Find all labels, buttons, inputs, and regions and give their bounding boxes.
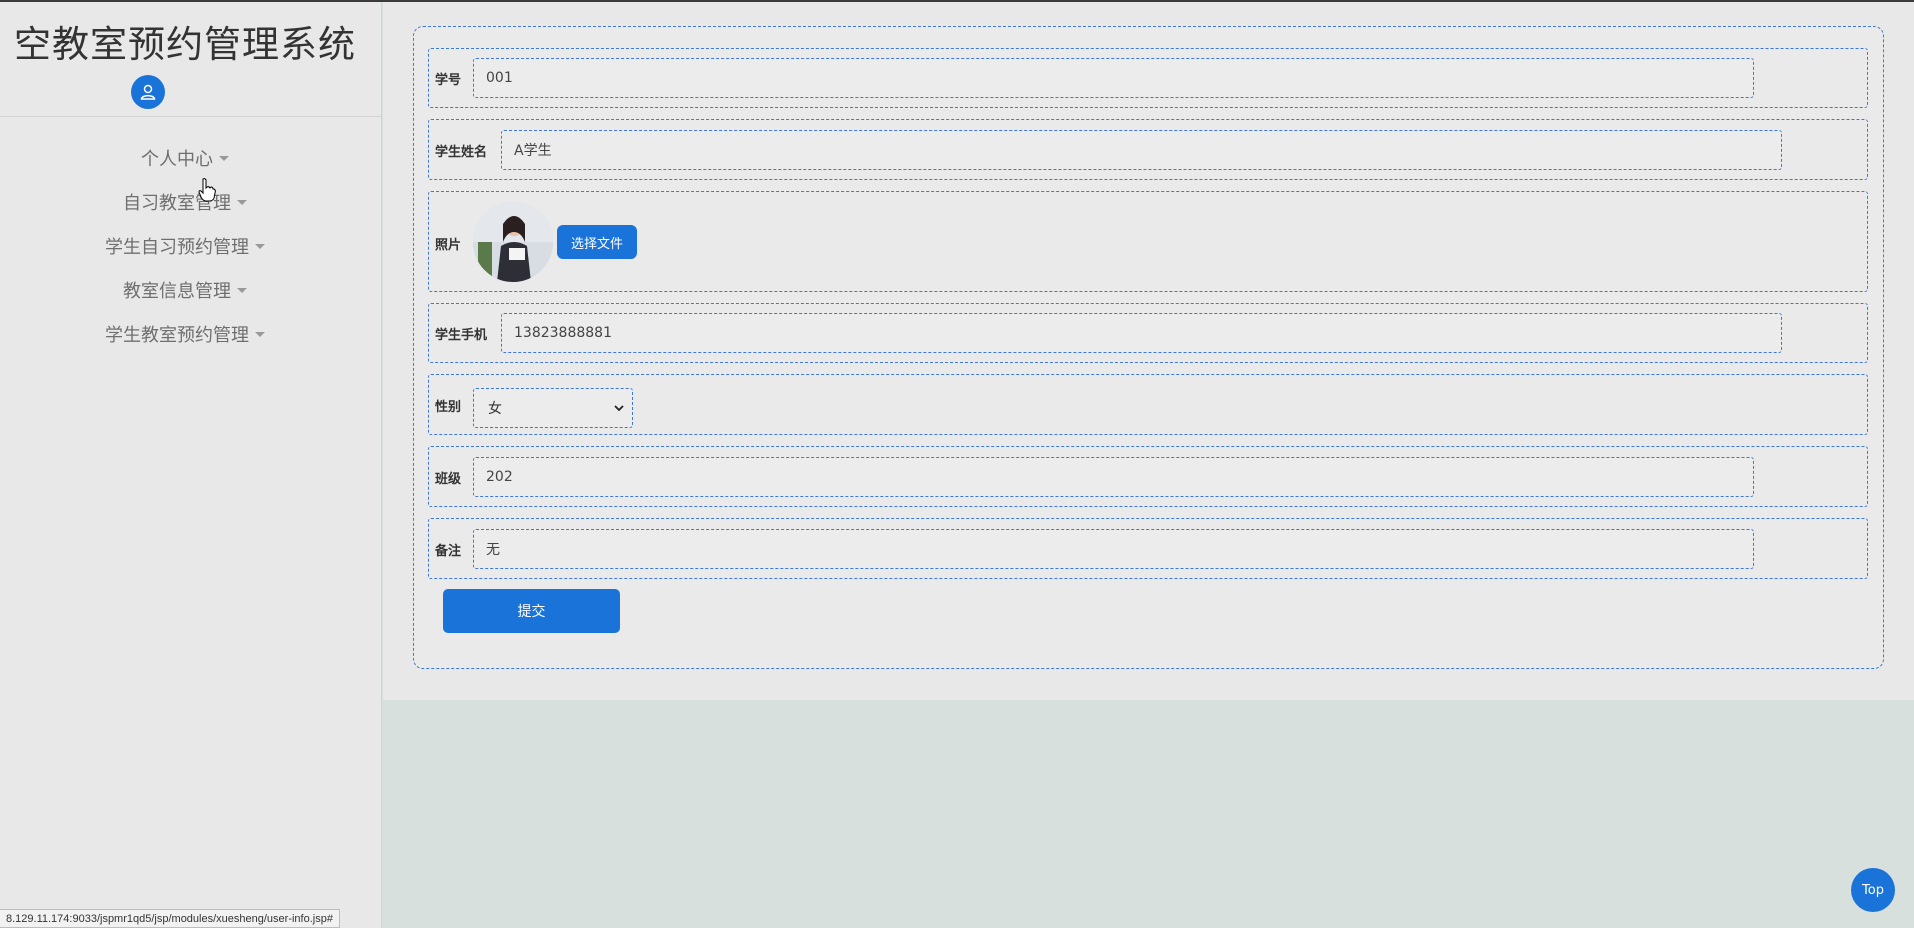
sidebar-item-classroom-info-management[interactable]: 教室信息管理 (0, 268, 370, 312)
form-row-student-id: 学号 001 (428, 48, 1868, 108)
class-label: 班级 (435, 472, 462, 487)
caret-down-icon (237, 199, 247, 205)
class-input[interactable]: 202 (473, 457, 1754, 497)
chevron-down-icon (614, 405, 624, 412)
back-to-top-button[interactable]: Top (1851, 868, 1895, 912)
hand-cursor-icon (198, 178, 216, 202)
sidebar-item-classroom-reservation-management[interactable]: 学生教室预约管理 (0, 312, 370, 356)
sidebar: 空教室预约管理系统 个人中心 自习教室管理 学生自习预约管理 教室信息管理 学生… (0, 2, 382, 928)
caret-down-icon (255, 331, 265, 337)
student-name-input[interactable]: A学生 (501, 130, 1782, 170)
student-name-label: 学生姓名 (435, 145, 488, 160)
caret-down-icon (255, 243, 265, 249)
form-row-phone: 学生手机 13823888881 (428, 303, 1868, 363)
sidebar-item-label: 个人中心 (141, 149, 213, 170)
student-photo (473, 202, 553, 282)
user-icon[interactable] (131, 75, 165, 109)
phone-label: 学生手机 (435, 328, 488, 343)
gender-selected-value: 女 (488, 401, 502, 417)
gender-select[interactable]: 女 (473, 388, 633, 428)
sidebar-item-study-room-management[interactable]: 自习教室管理 (0, 180, 370, 224)
gender-label: 性别 (435, 400, 462, 415)
app-title: 空教室预约管理系统 (14, 23, 356, 66)
sidebar-item-label: 学生自习预约管理 (105, 237, 249, 258)
app-window: 空教室预约管理系统 个人中心 自习教室管理 学生自习预约管理 教室信息管理 学生… (0, 0, 1914, 928)
form-row-photo: 照片 选择文件 (428, 191, 1868, 292)
sidebar-menu: 个人中心 自习教室管理 学生自习预约管理 教室信息管理 学生教室预约管理 (0, 136, 370, 356)
form-row-remark: 备注 无 (428, 518, 1868, 579)
student-id-input[interactable]: 001 (473, 58, 1754, 98)
student-id-label: 学号 (435, 73, 462, 88)
photo-label: 照片 (435, 238, 462, 253)
sidebar-item-label: 教室信息管理 (123, 281, 231, 302)
remark-input[interactable]: 无 (473, 529, 1754, 569)
form-row-gender: 性别 女 (428, 374, 1868, 435)
sidebar-item-study-reservation-management[interactable]: 学生自习预约管理 (0, 224, 370, 268)
status-bar-url: 8.129.11.174:9033/jspmr1qd5/jsp/modules/… (0, 909, 340, 928)
phone-input[interactable]: 13823888881 (501, 313, 1782, 353)
remark-label: 备注 (435, 544, 462, 559)
caret-down-icon (237, 287, 247, 293)
caret-down-icon (219, 155, 229, 161)
choose-file-button[interactable]: 选择文件 (557, 225, 637, 259)
sidebar-item-personal-center[interactable]: 个人中心 (0, 136, 370, 180)
form-row-class: 班级 202 (428, 446, 1868, 507)
sidebar-item-label: 学生教室预约管理 (105, 325, 249, 346)
sidebar-divider (0, 116, 382, 117)
form-row-student-name: 学生姓名 A学生 (428, 119, 1868, 180)
submit-button[interactable]: 提交 (443, 589, 620, 633)
